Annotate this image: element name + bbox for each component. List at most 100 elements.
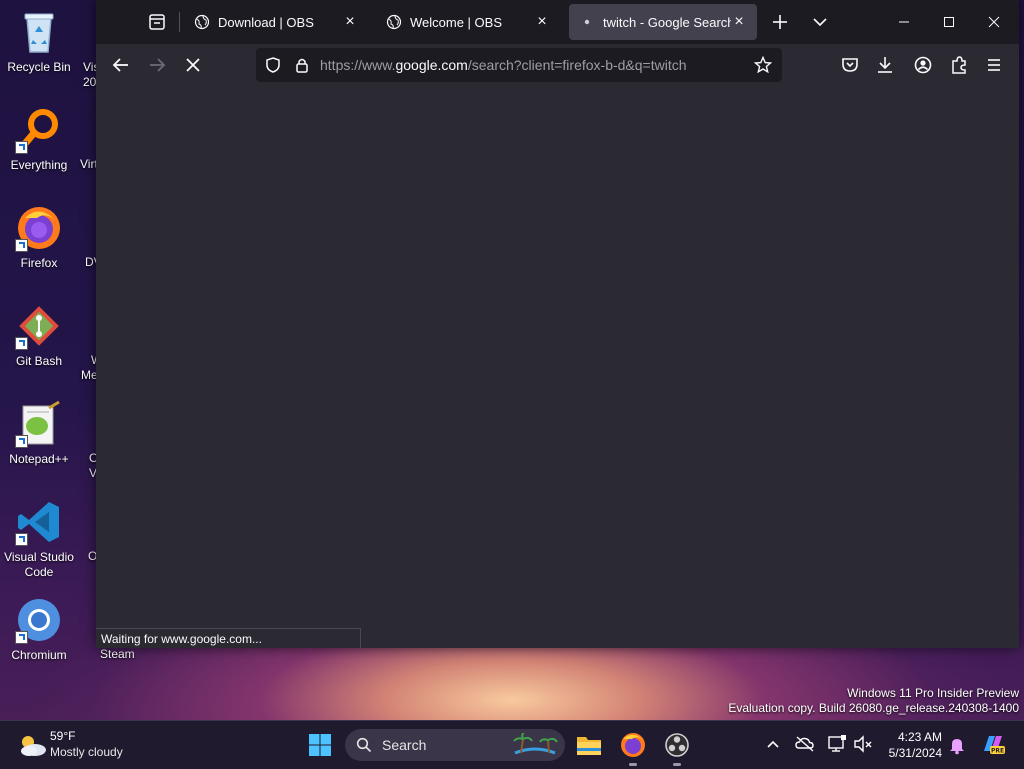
tab-separator [179, 12, 180, 32]
system-clock[interactable]: 4:23 AM 5/31/2024 [889, 729, 942, 761]
obs-studio-icon [665, 733, 689, 757]
back-button[interactable] [109, 53, 133, 77]
tab-title: Welcome | OBS [410, 14, 502, 30]
address-bar[interactable]: https://www.google.com/search?client=fir… [256, 48, 782, 82]
shortcut-arrow-icon [15, 239, 28, 252]
copilot-pre-icon: PRE [984, 736, 1005, 755]
recycle-bin-icon [15, 8, 63, 56]
shortcut-arrow-icon [15, 141, 28, 154]
tab-close-icon[interactable]: × [342, 14, 358, 30]
tab-strip: Download | OBS × Welcome | OBS × twitch … [96, 0, 1019, 44]
tracking-protection-shield-icon[interactable] [264, 56, 282, 74]
display-tray[interactable] [826, 733, 848, 755]
tab-title: twitch - Google Search [603, 14, 731, 30]
taskbar-search-box[interactable]: Search [345, 729, 565, 761]
tab-download-obs[interactable]: Download | OBS × [184, 4, 368, 40]
desktop-icon-notepad-plus-plus[interactable]: Notepad++ [0, 400, 79, 467]
globe-icon [386, 14, 402, 30]
firefox-view-button[interactable] [144, 10, 170, 34]
search-highlight-beach-icon [513, 733, 558, 755]
puzzle-piece-icon [952, 56, 966, 74]
taskbar: 59°F Mostly cloudy Search 4:23 AM 5/31/2… [0, 720, 1024, 769]
volume-tray[interactable] [852, 733, 874, 755]
desktop-icon-label: Recycle Bin [7, 60, 71, 74]
account-icon [914, 56, 932, 74]
shortcut-arrow-icon [15, 435, 28, 448]
desktop-icon-firefox[interactable]: Firefox [0, 204, 79, 271]
url-prefix: https://www. [320, 57, 396, 73]
onedrive-tray[interactable] [794, 733, 816, 755]
stop-button[interactable] [181, 53, 205, 77]
running-indicator [629, 763, 637, 766]
list-all-tabs-button[interactable] [808, 10, 832, 34]
desktop-icon-vscode[interactable]: Visual Studio Code [0, 498, 79, 580]
url-host: google.com [395, 57, 468, 73]
maximize-icon [944, 17, 954, 27]
maximize-button[interactable] [927, 8, 971, 36]
pocket-button[interactable] [838, 53, 862, 77]
everything-search-icon [15, 106, 63, 154]
tab-twitch-google-search[interactable]: twitch - Google Search × [569, 4, 757, 40]
notifications-button[interactable] [946, 734, 968, 756]
folder-icon [577, 737, 601, 755]
tab-welcome-obs[interactable]: Welcome | OBS × [376, 4, 560, 40]
close-window-button[interactable] [972, 8, 1016, 36]
monitor-icon [828, 735, 846, 752]
firefox-icon [15, 204, 63, 252]
shortcut-arrow-icon [15, 631, 28, 644]
desktop-icon-label: Everything [10, 158, 68, 172]
start-button[interactable] [304, 729, 336, 761]
star-bookmark-icon[interactable] [754, 56, 772, 74]
shortcut-arrow-icon [15, 337, 28, 350]
windows-evaluation-watermark: Windows 11 Pro Insider Preview Evaluatio… [728, 686, 1019, 716]
navigation-toolbar: https://www.google.com/search?client=fir… [96, 44, 1019, 86]
clock-time: 4:23 AM [897, 730, 942, 744]
desktop-icon-chromium[interactable]: Chromium [0, 596, 79, 663]
minimize-icon [899, 21, 909, 23]
pocket-icon [842, 58, 858, 72]
extensions-button[interactable] [947, 53, 971, 77]
page-content-area[interactable] [96, 86, 1019, 648]
show-hidden-icons-button[interactable] [762, 733, 784, 755]
taskbar-file-explorer[interactable] [573, 729, 605, 761]
notepad-plus-plus-icon [15, 400, 63, 448]
firefox-view-icon [149, 14, 165, 30]
account-button[interactable] [911, 53, 935, 77]
url-path: /search?client=firefox-b-d&q=twitch [467, 57, 687, 73]
close-icon [988, 16, 1000, 28]
lock-icon[interactable] [293, 56, 311, 74]
watermark-line-1: Windows 11 Pro Insider Preview [847, 686, 1019, 700]
stop-x-icon [186, 58, 200, 72]
globe-icon [194, 14, 210, 30]
desktop-icon-git-bash[interactable]: Git Bash [0, 302, 79, 369]
desktop-icon-label: Firefox [20, 256, 58, 270]
desktop-icon-everything[interactable]: Everything [0, 106, 79, 173]
app-menu-button[interactable] [982, 53, 1006, 77]
taskbar-firefox[interactable] [617, 729, 649, 766]
firefox-icon [621, 733, 645, 757]
weather-widget[interactable]: 59°F Mostly cloudy [12, 721, 142, 769]
downloads-button[interactable] [873, 53, 897, 77]
tab-close-icon[interactable]: × [731, 14, 747, 30]
url-text[interactable]: https://www.google.com/search?client=fir… [320, 57, 687, 73]
desktop-icon-recycle-bin[interactable]: Recycle Bin [0, 8, 79, 75]
new-tab-button[interactable] [768, 10, 792, 34]
tab-close-icon[interactable]: × [534, 14, 550, 30]
speaker-muted-icon [854, 735, 872, 753]
chevron-down-icon [813, 18, 827, 27]
loading-dot-icon [584, 19, 590, 25]
minimize-button[interactable] [882, 8, 926, 36]
arrow-right-icon [150, 58, 166, 72]
taskbar-obs-studio[interactable] [661, 729, 693, 766]
copilot-button[interactable]: PRE [980, 731, 1006, 757]
weather-condition: Mostly cloudy [50, 745, 123, 759]
clock-date: 5/31/2024 [888, 746, 942, 760]
download-icon [878, 57, 892, 73]
forward-button[interactable] [145, 53, 169, 77]
search-icon [356, 737, 372, 753]
search-label: Search [382, 737, 427, 753]
hamburger-menu-icon [988, 59, 1000, 71]
running-indicator [673, 763, 681, 766]
chevron-up-icon [767, 740, 779, 748]
git-bash-icon [15, 302, 63, 350]
